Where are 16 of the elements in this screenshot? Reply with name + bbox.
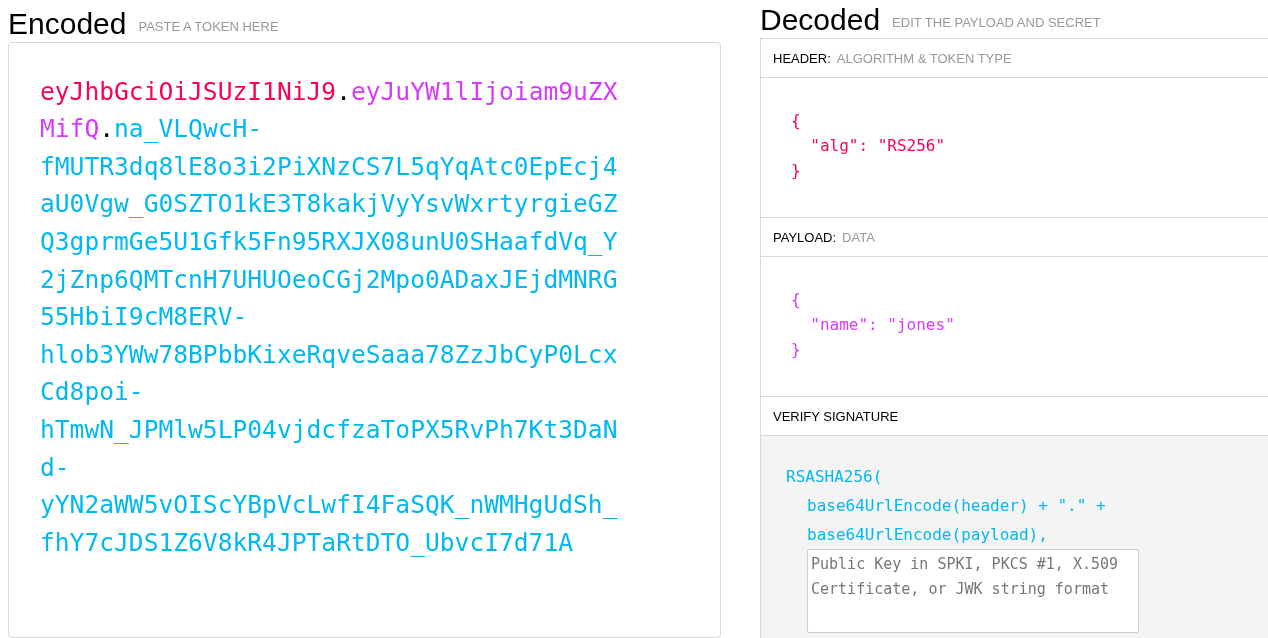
section-title: Encoded (8, 5, 127, 42)
section-subtitle: EDIT THE PAYLOAD AND SECRET (892, 15, 1101, 32)
section-label: VERIFY SIGNATURE (773, 408, 899, 424)
code-line: base64UrlEncode(payload), (806, 524, 1049, 546)
section-label: PAYLOAD: (773, 229, 837, 245)
code-line: RSASHA256( (786, 466, 884, 488)
section-sublabel: DATA (842, 229, 875, 245)
section-label: HEADER: (773, 50, 831, 66)
code-line: base64UrlEncode(header) + "." + (806, 495, 1107, 517)
key-field[interactable]: Public Key in SPKI, PKCS #1, X.509 Certificate, or JWK string format (807, 549, 1139, 633)
token-input[interactable]: eyJhbGciOiJSUzI1NiJ9.eyJuYW1lIjoiam9uZXMifQ.na_VLQwcH-fMUTR3dq8lE8o3i2PiXNzCS7L5qYqAtc0EpEcj4aU0Vgw_G0SZTO1kE3T8kakjVyYsvWxrtyrgieGZQ3gprmGe5U1Gfk5Fn95RXJX08unU0SHaafdVq_Y2jZnp6QMTcnH7UHUOeoCGj2Mpo0ADaxJEjdMNRG55HbiI9cM8ERV-hlob3YWw78BPbbKixeRqveSaaa78ZzJbCyP0LcxCd8poi-hTmwN_JPMlw5LP04vjdcfzaToPX5RvPh7Kt3DaNd-yYN2aWW5vOIScYBpVcLwfI4FaSQK_nWMHgUdSh_fhY7cJDS1Z6V8kR4JPTaRtDTO_UbvcI7d71A (8, 41, 721, 638)
section-subtitle: PASTE A TOKEN HERE (138, 18, 279, 36)
section-sublabel: ALGORITHM & TOKEN TYPE (836, 50, 1012, 66)
section-title: Decoded (760, 2, 881, 38)
json-editor[interactable]: { "alg": "RS256" } (791, 108, 1268, 183)
json-editor[interactable]: { "name": "jones" } (791, 287, 1268, 362)
